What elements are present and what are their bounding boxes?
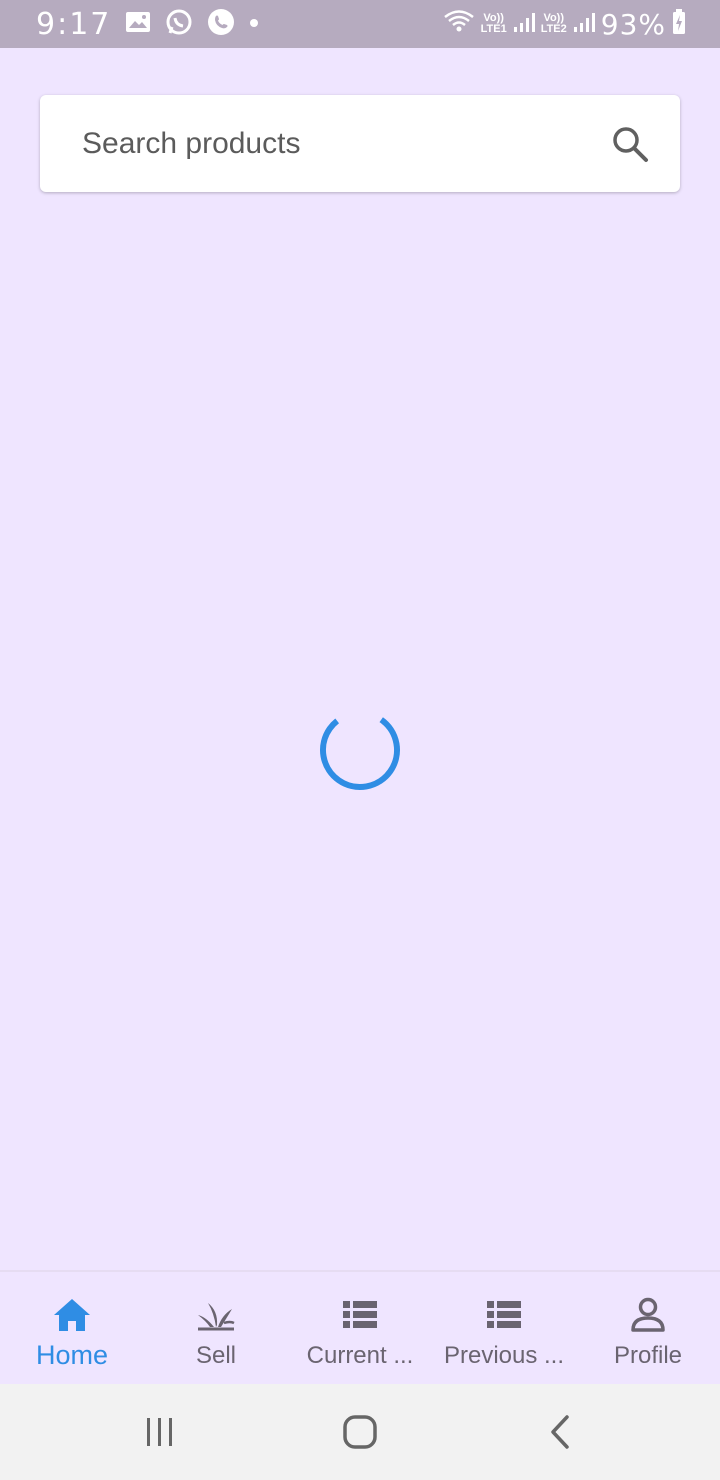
recent-apps-icon[interactable]: [120, 1402, 200, 1462]
status-right: Vo)) LTE1 Vo)) LTE2 93%: [443, 8, 686, 41]
plant-icon: [194, 1296, 238, 1334]
nav-item-home[interactable]: Home: [0, 1272, 144, 1384]
system-navigation-bar: [0, 1384, 720, 1480]
battery-charging-icon: [672, 8, 686, 40]
nav-item-label: Previous ...: [443, 1342, 565, 1369]
status-time: 9:17: [36, 6, 112, 42]
battery-percent: 93%: [600, 7, 666, 41]
network-lte2: Vo)) LTE2: [541, 13, 567, 35]
home-icon: [52, 1296, 92, 1334]
signal-icon: [573, 11, 595, 38]
search-input[interactable]: [80, 125, 610, 162]
notification-dot-icon: [249, 15, 259, 33]
search-bar[interactable]: [40, 95, 680, 192]
nav-item-profile[interactable]: Profile: [576, 1272, 720, 1384]
status-bar: 9:17 Vo)) LTE1 Vo)) LTE2 93%: [0, 0, 720, 48]
nav-item-label: Current ...: [306, 1342, 414, 1369]
nav-item-label: Sell: [195, 1342, 237, 1369]
list-icon: [485, 1296, 523, 1334]
person-icon: [629, 1296, 667, 1334]
status-left: 9:17: [36, 7, 259, 42]
gallery-icon: [125, 11, 151, 38]
network-lte1-bottom: LTE1: [480, 23, 507, 35]
nav-item-label: Profile: [613, 1342, 683, 1369]
list-icon: [341, 1296, 379, 1334]
whatsapp-icon: [165, 8, 193, 41]
signal-icon: [513, 11, 535, 38]
search-icon[interactable]: [610, 124, 650, 164]
network-lte2-bottom: LTE2: [540, 23, 567, 35]
home-circle-icon[interactable]: [320, 1402, 400, 1462]
nav-item-current[interactable]: Current ...: [288, 1272, 432, 1384]
nav-item-previous[interactable]: Previous ...: [432, 1272, 576, 1384]
back-icon[interactable]: [520, 1402, 600, 1462]
wifi-icon: [443, 9, 475, 40]
bottom-navigation: Home Sell Current ... Previous ... Profi…: [0, 1270, 720, 1384]
loading-spinner: [318, 708, 402, 792]
nav-item-label: Home: [35, 1340, 109, 1370]
phone-call-icon: [207, 8, 235, 41]
nav-item-sell[interactable]: Sell: [144, 1272, 288, 1384]
network-lte1: Vo)) LTE1: [481, 13, 507, 35]
